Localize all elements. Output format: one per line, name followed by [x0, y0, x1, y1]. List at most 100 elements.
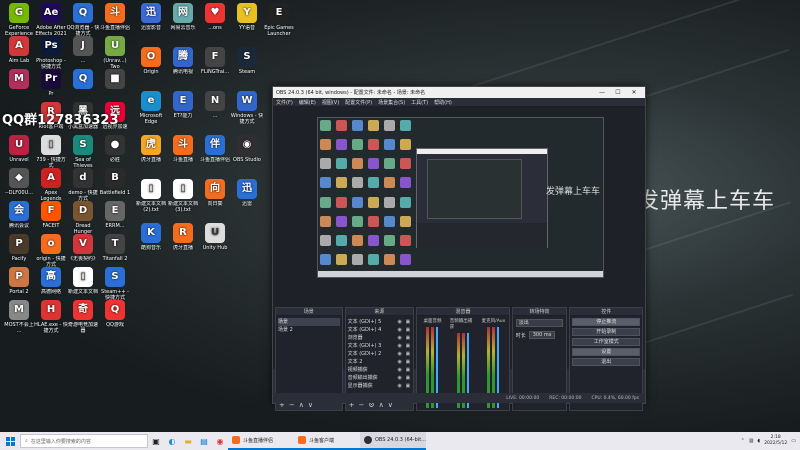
desktop-icon[interactable]: N...: [198, 91, 232, 125]
start-recording-button[interactable]: 开始录制: [572, 328, 640, 336]
menu-scene-collection[interactable]: 场景集合(S): [378, 99, 405, 106]
exit-button[interactable]: 退出: [572, 358, 640, 366]
menu-file[interactable]: 文件(F): [276, 99, 293, 106]
clock[interactable]: 2:18 2022/5/12: [764, 435, 787, 447]
app-icon: N: [205, 91, 225, 111]
desktop-icon[interactable]: 腾腾讯电视: [166, 47, 200, 81]
obs-preview-area: 发弹幕上车车 场景 场景 场景 2 + − ∧ ∨ 来源 文本 (GDI+) 5…: [273, 107, 645, 411]
rec-timer: REC: 00:00:00: [549, 395, 582, 401]
preview-mini-icon: [352, 158, 363, 170]
close-button[interactable]: ✕: [626, 89, 642, 96]
app-icon: ◉: [237, 135, 257, 155]
desktop-icon[interactable]: e Microsoft Edge: [134, 91, 168, 125]
source-item[interactable]: 音频输出捕获 ◉ ▣: [348, 374, 412, 382]
desktop-icon[interactable]: F FLiNGTrai...: [198, 47, 232, 81]
chrome-icon[interactable]: ◉: [212, 432, 228, 450]
desktop-icon[interactable]: 迅迅雷影音: [134, 3, 168, 37]
taskbar-search-box[interactable]: ⌕ 在这里输入你要搜索的内容: [20, 434, 148, 448]
visibility-lock-icon[interactable]: ◉ ▣: [398, 358, 412, 366]
source-item[interactable]: 文本 (GDI+) 3 ◉ ▣: [348, 342, 412, 350]
desktop-icon[interactable]: O Origin: [134, 47, 168, 81]
scene-item[interactable]: 场景 2: [278, 326, 340, 334]
visibility-lock-icon[interactable]: ◉ ▣: [398, 342, 412, 350]
app-icon: K: [141, 223, 161, 243]
transition-select[interactable]: 淡出: [515, 319, 564, 327]
source-item[interactable]: 文本 2 ◉ ▣: [348, 358, 412, 366]
source-item[interactable]: 浏览器 ◉ ▣: [348, 334, 412, 342]
preview-mini-icon: [368, 139, 379, 151]
desktop-icon[interactable]: 向向日葵: [198, 179, 232, 213]
volume-icon[interactable]: ◖: [758, 438, 761, 444]
obs-preview-canvas[interactable]: 发弹幕上车车: [317, 117, 604, 278]
source-item[interactable]: 显示器捕获 ◉ ▣: [348, 382, 412, 390]
desktop-icon[interactable]: E ET?能力: [166, 91, 200, 125]
taskbar-app[interactable]: 斗鱼客户端: [294, 432, 360, 450]
duration-input[interactable]: 300 ms: [528, 331, 556, 339]
network-icon[interactable]: ▥: [749, 438, 754, 444]
obs-icon: [364, 436, 372, 444]
taskbar-app[interactable]: 斗鱼直播伴侣: [228, 432, 294, 450]
desktop-icon[interactable]: 斗斗鱼直播: [166, 135, 200, 169]
maximize-button[interactable]: ☐: [610, 89, 626, 96]
mixer-channel-label: 麦克风/Aux: [481, 319, 506, 324]
store-icon[interactable]: ▤: [196, 432, 212, 450]
preview-mini-icon: [368, 215, 379, 227]
desktop-icon[interactable]: E Epic Games Launcher: [262, 3, 296, 37]
desktop-icon[interactable]: ▯ 新建文本文档 (3).txt: [166, 179, 200, 213]
visibility-lock-icon[interactable]: ◉ ▣: [398, 350, 412, 358]
settings-button[interactable]: 设置: [572, 348, 640, 356]
desktop-icon[interactable]: W Windows - 快捷方式: [230, 91, 264, 125]
qq-group-banner: QQ群127836323: [2, 113, 119, 128]
file-explorer-icon[interactable]: ▬: [180, 432, 196, 450]
scene-item[interactable]: 场景: [278, 318, 340, 326]
desktop-icon-label: OBS Studio: [233, 157, 261, 163]
minimize-button[interactable]: —: [594, 89, 610, 96]
desktop-icon[interactable]: U Unity Hub: [198, 223, 232, 257]
taskbar: ⌕ 在这里输入你要搜索的内容 ▣ ◐ ▬ ▤ ◉ 斗鱼直播伴侣 斗鱼客户端 OB…: [0, 432, 800, 450]
taskbar-app[interactable]: OBS 24.0.3 (64-bit...: [360, 432, 426, 450]
desktop-icon[interactable]: 网网易云音乐: [166, 3, 200, 37]
preview-mini-icon: [368, 177, 379, 189]
notification-icon[interactable]: ▭: [791, 438, 796, 444]
obs-statusbar: LIVE: 00:00:00 REC: 00:00:00 CPU: 0.4%, …: [273, 393, 645, 403]
preview-mini-icon: [384, 215, 395, 227]
desktop-icon[interactable]: ▯ 新建文本文档 (2).txt: [134, 179, 168, 213]
edge-icon[interactable]: ◐: [164, 432, 180, 450]
start-button[interactable]: [0, 432, 20, 450]
obs-titlebar[interactable]: OBS 24.0.3 (64 bit, windows) - 配置文件: 未命名…: [273, 87, 645, 98]
chevron-up-icon[interactable]: ⌃: [741, 438, 745, 444]
visibility-lock-icon[interactable]: ◉ ▣: [398, 366, 412, 374]
source-item[interactable]: 文本 (GDI+) 4 ◉ ▣: [348, 326, 412, 334]
task-view-icon[interactable]: ▣: [148, 432, 164, 450]
source-item[interactable]: 文本 (GDI+) 5 ◉ ▣: [348, 318, 412, 326]
desktop-icon[interactable]: 伴斗鱼直播伴侣: [198, 135, 232, 169]
menu-view[interactable]: 视图(V): [322, 99, 339, 106]
app-icon: Y: [237, 3, 257, 23]
desktop-icon[interactable]: 迅迅雷: [230, 179, 264, 213]
desktop-icon[interactable]: K 酷狗音乐: [134, 223, 168, 257]
menu-tools[interactable]: 工具(T): [411, 99, 428, 106]
menu-profile[interactable]: 配置文件(P): [345, 99, 372, 106]
desktop-icon[interactable]: ♥ ...ons: [198, 3, 232, 37]
visibility-lock-icon[interactable]: ◉ ▣: [398, 326, 412, 334]
obs-window[interactable]: OBS 24.0.3 (64 bit, windows) - 配置文件: 未命名…: [272, 86, 646, 411]
desktop-icon[interactable]: ◉ OBS Studio: [230, 135, 264, 169]
app-icon: e: [141, 91, 161, 111]
menu-edit[interactable]: 编辑(E): [299, 99, 316, 106]
menu-help[interactable]: 帮助(H): [434, 99, 452, 106]
visibility-lock-icon[interactable]: ◉ ▣: [398, 382, 412, 390]
studio-mode-button[interactable]: 工作室模式: [572, 338, 640, 346]
stop-streaming-button[interactable]: 停止推流: [572, 318, 640, 326]
visibility-lock-icon[interactable]: ◉ ▣: [398, 334, 412, 342]
visibility-lock-icon[interactable]: ◉ ▣: [398, 374, 412, 382]
desktop-icon[interactable]: Y YY语音: [230, 3, 264, 37]
visibility-lock-icon[interactable]: ◉ ▣: [398, 318, 412, 326]
source-item[interactable]: 文本 (GDI+) 2 ◉ ▣: [348, 350, 412, 358]
desktop-icon[interactable]: R 虎牙直播: [166, 223, 200, 257]
source-item[interactable]: 视频捕获 ◉ ▣: [348, 366, 412, 374]
app-icon: ♥: [205, 3, 225, 23]
desktop-icon[interactable]: 虎虎牙直播: [134, 135, 168, 169]
desktop-icon[interactable]: S Steam: [230, 47, 264, 81]
preview-mini-icon: [352, 139, 363, 151]
source-label: 文本 (GDI+) 5: [347, 319, 382, 325]
